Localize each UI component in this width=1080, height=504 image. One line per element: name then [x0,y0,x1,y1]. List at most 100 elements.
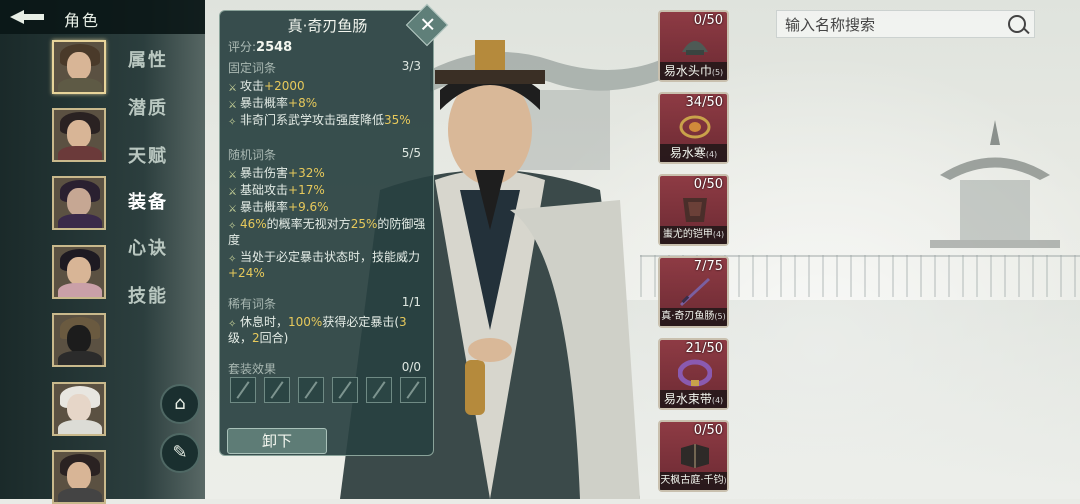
fixed-affix-count: 3/3 [401,59,421,73]
equip-level: (5) [714,312,726,321]
armor-icon [683,198,707,222]
equip-name-text: 易水头巾 [663,64,712,78]
affix-icon: ⚔ [228,187,237,198]
score-label: 评分: [228,40,257,54]
character-portrait-1[interactable] [52,40,106,94]
fixed-affix-line: ⚔ 暴击概率+8% [228,95,428,111]
menu-talent[interactable]: 天赋 [128,142,168,168]
random-affix-line: ⚔ 基础攻击+17% [228,182,428,198]
equip-slot-weapon[interactable]: 7/75 真·奇刃鱼肠(5) [658,256,729,328]
set-slot[interactable] [400,377,426,403]
affix-icon: ⚔ [228,83,237,94]
unequip-button[interactable]: 卸下 [227,428,327,454]
character-portrait-7[interactable] [52,450,106,504]
set-slot[interactable] [230,377,256,403]
search-icon[interactable] [1008,15,1026,33]
equip-name: 真·奇刃鱼肠(5) [660,308,727,326]
durability-count: 34/50 [685,95,723,110]
rare-affix-count: 1/1 [401,295,421,309]
character-portrait-2[interactable] [52,108,106,162]
affix-value: +17% [288,183,325,197]
set-slot[interactable] [264,377,290,403]
portrait-body [58,283,102,297]
item-name: 真·奇刃鱼肠 [287,17,368,35]
equip-name: 易水束带(4) [660,390,727,408]
equip-slot-book[interactable]: 0/50 天枫古庭·千钧) [658,420,729,492]
character-portrait-6[interactable] [52,382,106,436]
back-arrow-icon[interactable] [8,5,50,29]
set-slot[interactable] [298,377,324,403]
equip-level: (4) [711,396,724,405]
durability-count: 7/75 [693,259,723,274]
menu-mental-art[interactable]: 心诀 [128,234,168,260]
score-value: 2548 [256,40,293,55]
pagoda [930,120,1060,248]
durability-count: 0/50 [693,177,723,192]
affix-text: 休息时，100%获得必定暴击(3级，2回合) [228,315,407,345]
search-box [776,10,1035,38]
equip-name-text: 天枫古庭·千钧 [660,475,724,486]
affix-value: +2000 [264,79,305,93]
random-affix-line: ✧ 当处于必定暴击状态时，技能威力+24% [228,249,428,281]
menu-equipment[interactable]: 装备 [128,188,168,214]
bracelet-icon [679,115,711,139]
set-effect-count: 0/0 [401,360,421,374]
equip-level: ) [723,476,727,485]
affix-text: 暴击概率+8% [240,96,318,110]
portrait-face [67,257,91,285]
affix-icon: ⚔ [228,100,237,111]
equip-slot-accessory[interactable]: 34/50 易水寒(4) [658,92,729,164]
affix-value: 100% [288,315,323,329]
equip-slot-armor[interactable]: 0/50 蚩尤的铠甲(4) [658,174,729,246]
affix-icon: ✧ [228,221,237,232]
set-effect-label: 套装效果 [228,362,277,376]
book-icon [681,444,709,468]
portrait-body [58,214,102,228]
equip-name: 易水头巾(5) [660,62,727,80]
dagger-icon [680,278,710,306]
durability-count: 21/50 [685,341,723,356]
random-affix-label: 随机词条 [228,148,277,162]
affix-text: 当处于必定暴击状态时，技能威力+24% [228,250,421,280]
affix-icon: ✧ [228,117,237,128]
random-affix-line: ⚔ 暴击伤害+32% [228,165,428,181]
menu-potential[interactable]: 潜质 [128,94,168,120]
equip-name-text: 易水束带 [663,392,712,406]
clean-button[interactable]: ✎ [160,433,200,473]
portrait-body [58,78,102,92]
equip-name: 易水寒(4) [660,144,727,162]
affix-value: 35% [384,113,411,127]
affix-text: 46%的概率无视对方25%的防御强度 [228,217,426,247]
affix-value: +9.6% [288,200,329,214]
character-portrait-3[interactable] [52,176,106,230]
equip-slot-head[interactable]: 0/50 易水头巾(5) [658,10,729,82]
character-portrait-5[interactable] [52,313,106,367]
equip-name-text: 蚩尤的铠甲 [662,229,713,240]
affix-icon: ⚔ [228,170,237,181]
affix-value: +32% [288,166,325,180]
portrait-face [67,120,91,148]
equip-slot-belt[interactable]: 21/50 易水束带(4) [658,338,729,410]
fixed-affix-line: ⚔ 攻击+2000 [228,78,428,94]
portrait-face [67,188,91,216]
random-affix-line: ✧ 46%的概率无视对方25%的防御强度 [228,216,428,248]
robe-button[interactable]: ⌂ [160,384,200,424]
equip-level: (4) [712,230,725,239]
affix-value: +8% [288,96,318,110]
portrait-body [58,488,102,502]
set-slot[interactable] [366,377,392,403]
set-slot[interactable] [332,377,358,403]
menu-attributes[interactable]: 属性 [128,46,168,72]
top-bar: 角色 [0,0,205,34]
random-affix-count: 5/5 [401,146,421,160]
affix-value: +24% [228,266,265,280]
portrait-face [67,462,91,490]
character-portrait-4[interactable] [52,245,106,299]
menu-skills[interactable]: 技能 [128,282,168,308]
portrait-face [67,394,91,422]
affix-value: 46% [240,217,267,231]
affix-text: 暴击伤害+32% [240,166,325,180]
close-icon: ✕ [419,12,437,37]
equip-name-text: 真·奇刃鱼肠 [661,311,715,322]
search-input[interactable] [783,13,1007,37]
